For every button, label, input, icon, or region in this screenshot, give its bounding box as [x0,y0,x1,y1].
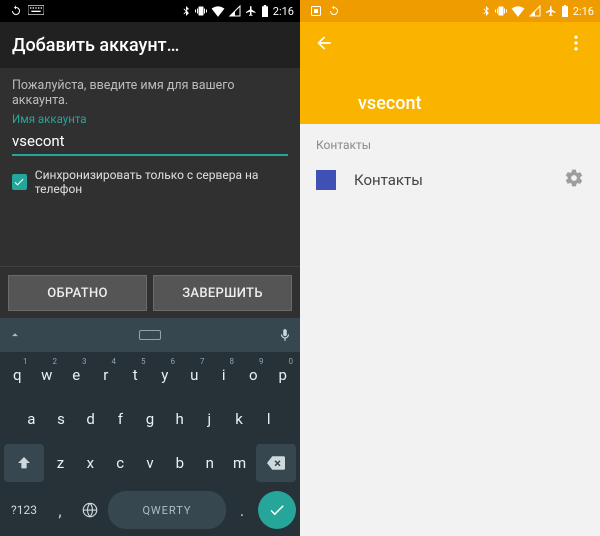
key-x[interactable]: x [77,444,104,482]
screenshot-icon [310,5,322,17]
key-v[interactable]: v [137,444,164,482]
sync-only-checkbox-row[interactable]: Синхронизировать только с сервера на тел… [12,168,288,196]
key-t[interactable]: t5 [122,356,149,394]
keyboard-row-2: a s d f g h j k l [4,400,296,438]
key-i[interactable]: i8 [211,356,238,394]
key-o[interactable]: o9 [240,356,267,394]
contacts-list-item[interactable]: Контакты [300,160,600,200]
key-m[interactable]: m [226,444,253,482]
airplane-icon [545,5,557,17]
keyboard-indicator-icon [28,5,44,17]
key-k[interactable]: k [226,400,253,438]
overflow-menu-button[interactable] [558,25,594,61]
wifi-icon [511,5,525,17]
key-comma[interactable]: , [48,491,72,529]
key-backspace[interactable] [256,444,296,482]
key-d[interactable]: d [77,400,104,438]
key-n[interactable]: n [196,444,223,482]
status-clock: 2:16 [573,5,594,18]
keyboard-row-3: z x c v b n m [4,444,296,482]
key-p[interactable]: p0 [270,356,297,394]
battery-icon [261,5,269,17]
key-f[interactable]: f [107,400,134,438]
vibrate-icon [195,5,207,17]
key-enter[interactable] [258,491,296,529]
section-header: Контакты [300,124,600,160]
button-bar: ОБРАТНО ЗАВЕРШИТЬ [0,266,300,319]
key-h[interactable]: h [166,400,193,438]
key-y[interactable]: y6 [152,356,179,394]
status-bar: 2:16 [0,0,300,22]
sync-icon [328,5,340,17]
sync-icon [10,5,22,17]
signal-icon [529,5,541,17]
prompt-text: Пожалуйста, введите имя для вашего аккау… [12,78,288,108]
window-title: Добавить аккаунт… [0,22,300,68]
back-button[interactable] [306,25,342,61]
key-b[interactable]: b [166,444,193,482]
status-bar: 2:16 [300,0,600,22]
key-e[interactable]: e3 [63,356,90,394]
key-q[interactable]: q1 [4,356,31,394]
key-shift[interactable] [4,444,44,482]
key-symbols[interactable]: ?123 [4,491,44,529]
checkbox-label: Синхронизировать только с сервера на тел… [35,168,288,196]
signal-icon [229,5,241,17]
contacts-app-icon [316,170,336,190]
keyboard-row-bottom: ?123 , QWERTY . [0,488,300,532]
settings-button[interactable] [564,168,584,192]
key-period[interactable]: . [230,491,254,529]
vibrate-icon [495,5,507,17]
key-u[interactable]: u7 [181,356,208,394]
key-c[interactable]: c [107,444,134,482]
bluetooth-icon [181,5,191,17]
account-name-input[interactable]: vsecont [12,126,288,156]
keyboard-suggestions[interactable] [139,330,161,340]
key-a[interactable]: a [18,400,45,438]
list-item-label: Контакты [354,171,546,189]
field-label: Имя аккаунта [12,112,288,126]
app-bar: vsecont [300,22,600,124]
expand-keyboard-icon[interactable] [8,328,22,342]
status-clock: 2:16 [273,5,294,18]
mic-icon[interactable] [278,328,292,342]
wifi-icon [211,5,225,17]
back-button[interactable]: ОБРАТНО [8,275,147,311]
keyboard-row-1: q1 w2 e3 r4 t5 y6 u7 i8 o9 p0 [4,356,296,394]
key-s[interactable]: s [48,400,75,438]
checkbox-checked-icon[interactable] [12,174,27,190]
bluetooth-icon [481,5,491,17]
airplane-icon [245,5,257,17]
key-l[interactable]: l [255,400,282,438]
key-g[interactable]: g [137,400,164,438]
key-w[interactable]: w2 [34,356,61,394]
key-space[interactable]: QWERTY [108,491,226,529]
finish-button[interactable]: ЗАВЕРШИТЬ [153,275,292,311]
soft-keyboard[interactable]: q1 w2 e3 r4 t5 y6 u7 i8 o9 p0 a s d f g [0,318,300,536]
battery-icon [561,5,569,17]
appbar-title: vsecont [358,93,421,114]
key-language[interactable] [76,491,104,529]
key-z[interactable]: z [47,444,74,482]
key-r[interactable]: r4 [93,356,120,394]
key-j[interactable]: j [196,400,223,438]
